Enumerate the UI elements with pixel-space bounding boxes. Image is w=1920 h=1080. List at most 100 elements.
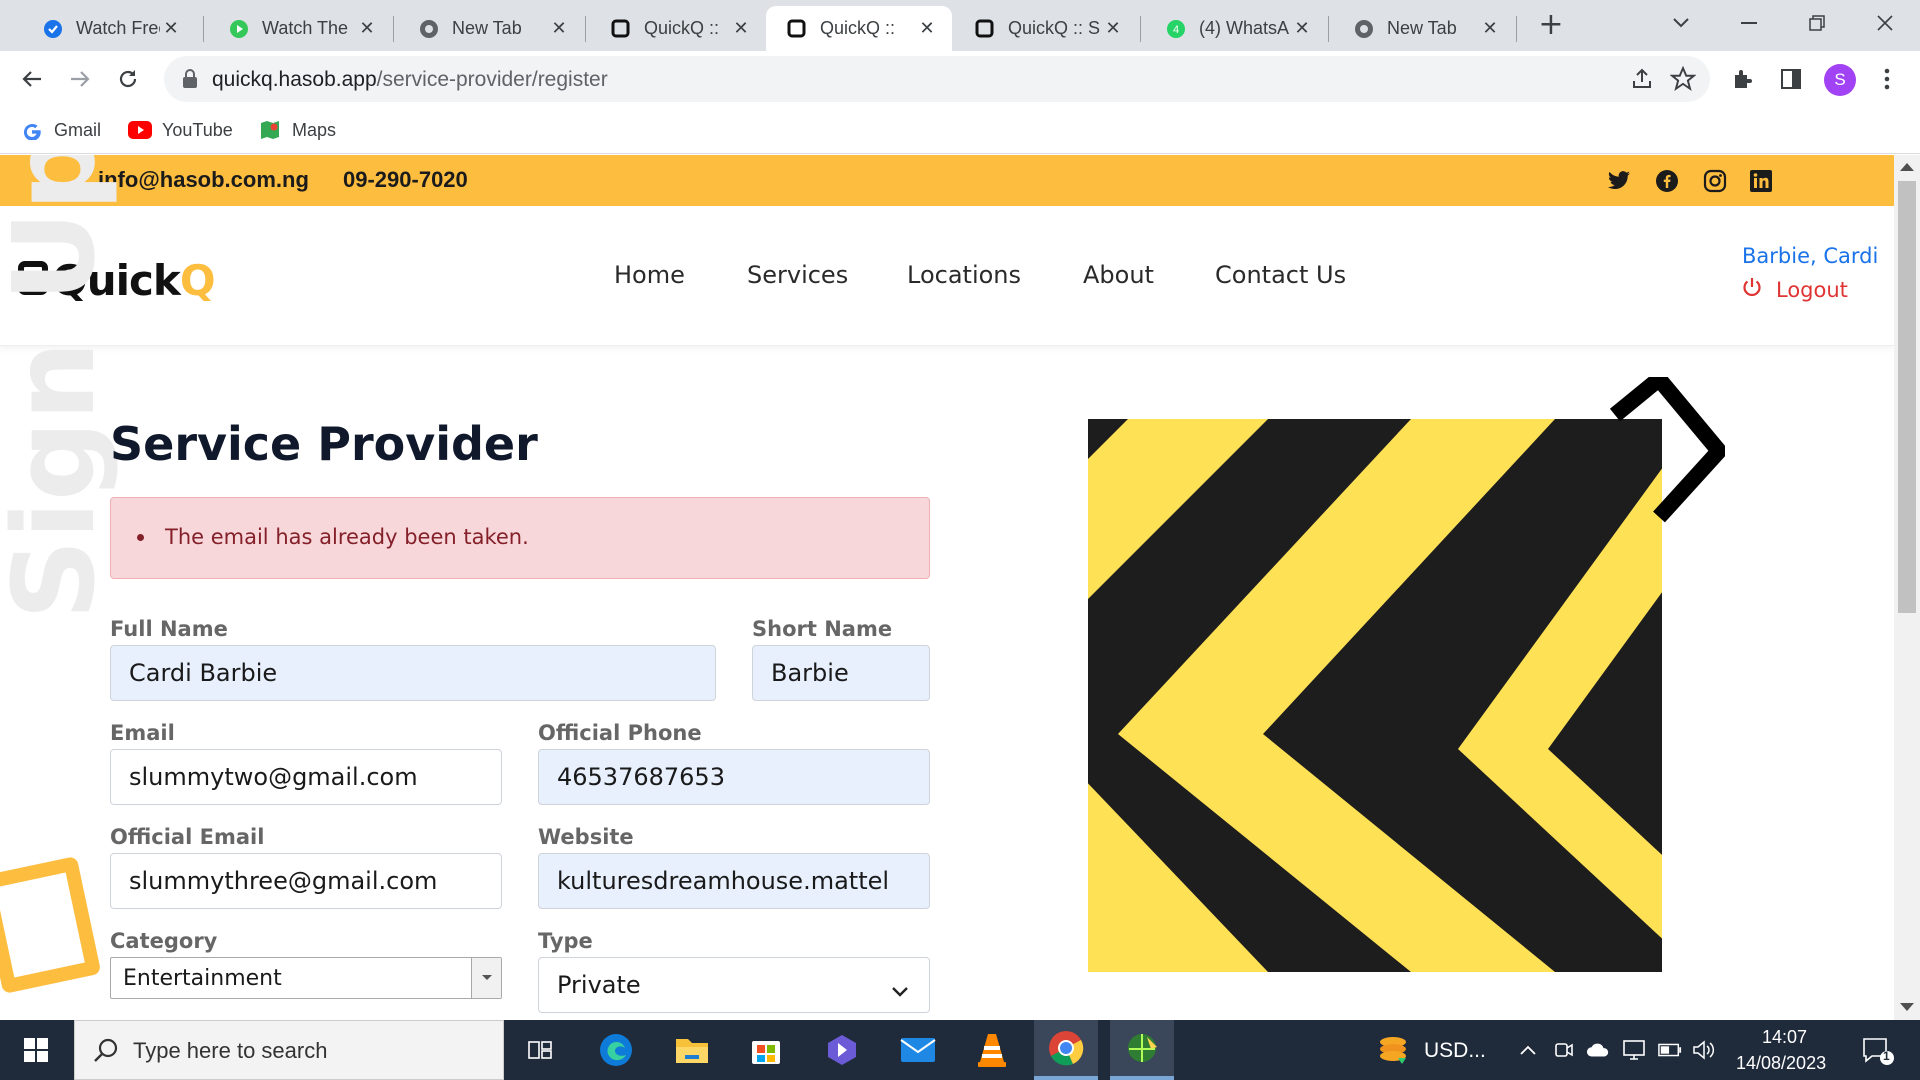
bookmark-youtube[interactable]: YouTube [128,115,233,145]
browser-tab[interactable]: Watch The ✕ [208,6,392,51]
whatsapp-icon: 4 [1165,18,1187,40]
windows-start-icon[interactable] [0,1020,72,1080]
category-label: Category [110,929,218,953]
mail-icon[interactable] [886,1020,950,1080]
official-phone-input[interactable]: 46537687653 [538,749,930,805]
close-tab-icon[interactable]: ✕ [916,18,938,39]
short-name-input[interactable]: Barbie [752,645,930,701]
dropdown-arrow-icon[interactable] [471,958,501,998]
edge-icon[interactable] [584,1020,648,1080]
user-name-link[interactable]: Barbie, Cardi [1742,244,1878,268]
page-scrollbar[interactable] [1894,155,1920,1020]
taskbar-search-box[interactable]: Type here to search [74,1020,504,1080]
instagram-icon[interactable] [1702,168,1728,194]
close-tab-icon[interactable]: ✕ [160,18,182,39]
nav-about[interactable]: About [1083,261,1154,289]
browser-tab[interactable]: New Tab ✕ [398,6,584,51]
search-icon [93,1037,119,1067]
close-tab-icon[interactable]: ✕ [548,18,570,39]
tab-search-icon[interactable] [1656,6,1706,40]
full-name-input[interactable]: Cardi Barbie [110,645,716,701]
bookmark-maps[interactable]: Maps [258,115,336,145]
onedrive-icon[interactable] [1586,1038,1610,1062]
notification-icon[interactable]: 1 [1860,1036,1896,1066]
extensions-icon[interactable] [1728,64,1758,94]
minimize-icon[interactable] [1724,6,1774,40]
tab-separator [1140,16,1141,42]
share-icon[interactable] [1630,67,1654,95]
category-select[interactable]: Entertainment [110,957,502,999]
error-message: The email has already been taken. [165,525,529,549]
clock-date[interactable]: 14/08/2023 [1736,1053,1826,1074]
nav-contact-us[interactable]: Contact Us [1215,261,1346,289]
scroll-thumb[interactable] [1898,181,1916,613]
clock-time[interactable]: 14:07 [1762,1027,1807,1048]
profile-avatar[interactable]: S [1824,64,1856,96]
weather-text[interactable]: USD... [1424,1039,1486,1063]
back-arrow-icon[interactable] [12,59,52,99]
linkedin-icon[interactable] [1748,168,1774,194]
address-bar[interactable]: quickq.hasob.app/service-provider/regist… [164,56,1710,102]
close-window-icon[interactable] [1860,6,1910,40]
chevron-up-icon[interactable] [1516,1038,1540,1062]
scroll-up-icon[interactable] [1900,163,1914,171]
bookmark-star-icon[interactable] [1669,65,1697,96]
forward-arrow-icon[interactable] [60,59,100,99]
volume-icon[interactable] [1692,1038,1716,1062]
weather-icon[interactable] [1376,1032,1410,1066]
microsoft-store-icon[interactable] [734,1020,798,1080]
nav-locations[interactable]: Locations [907,261,1021,289]
battery-icon[interactable] [1658,1038,1682,1062]
contact-email[interactable]: info@hasob.com.ng [98,167,309,193]
facebook-icon[interactable] [1654,168,1680,194]
app-globe-icon[interactable] [1110,1020,1174,1080]
type-select[interactable]: Private [538,957,930,1013]
url-text: quickq.hasob.app/service-provider/regist… [212,68,608,91]
close-tab-icon[interactable]: ✕ [1479,18,1501,39]
quickq-icon [974,18,996,40]
type-label: Type [538,929,593,953]
network-icon[interactable] [1622,1038,1646,1062]
browser-tab[interactable]: Watch Free ✕ [22,6,196,51]
browser-tab[interactable]: QuickQ :: S ✕ [954,6,1138,51]
email-input[interactable]: slummytwo@gmail.com [110,749,502,805]
task-view-icon[interactable] [508,1020,572,1080]
browser-tab[interactable]: QuickQ :: ✕ [590,6,766,51]
close-tab-icon[interactable]: ✕ [730,18,752,39]
browser-tab[interactable]: New Tab ✕ [1333,6,1515,51]
power-automate-icon[interactable] [810,1020,874,1080]
tab-separator [1516,16,1517,42]
file-explorer-icon[interactable] [660,1020,724,1080]
restore-icon[interactable] [1792,6,1842,40]
windows-taskbar: Type here to search USD... 14:07 14/08/2… [0,1020,1920,1080]
nav-home[interactable]: Home [614,261,685,289]
notification-count: 1 [1883,1049,1890,1063]
close-tab-icon[interactable]: ✕ [1102,18,1124,39]
scroll-down-icon[interactable] [1900,1003,1914,1011]
decorative-square [0,855,102,995]
email-label: Email [110,721,175,745]
decorative-chevron-icon [1605,367,1730,531]
website-input[interactable]: kulturesdreamhouse.mattel [538,853,930,909]
browser-tab-active[interactable]: QuickQ :: ✕ [766,6,952,51]
vlc-icon[interactable] [960,1020,1024,1080]
new-tab-button[interactable]: + [1536,10,1566,42]
tab-separator [1328,16,1329,42]
sign-up-watermark: Sign Up [0,155,120,620]
chrome-taskbar-icon[interactable] [1034,1020,1098,1080]
kebab-menu-icon[interactable] [1872,64,1902,94]
close-tab-icon[interactable]: ✕ [356,18,378,39]
official-email-input[interactable]: slummythree@gmail.com [110,853,502,909]
close-tab-icon[interactable]: ✕ [1291,18,1313,39]
bookmark-gmail[interactable]: Gmail [20,115,101,145]
nav-services[interactable]: Services [747,261,848,289]
contact-phone[interactable]: 09-290-7020 [343,167,468,193]
reload-icon[interactable] [108,59,148,99]
meet-now-icon[interactable] [1552,1038,1576,1062]
side-panel-icon[interactable] [1776,64,1806,94]
logout-button[interactable]: Logout [1742,276,1848,303]
twitter-icon[interactable] [1606,168,1632,194]
official-phone-label: Official Phone [538,721,702,745]
maps-icon [258,118,282,142]
browser-tab[interactable]: 4 (4) WhatsA ✕ [1145,6,1327,51]
